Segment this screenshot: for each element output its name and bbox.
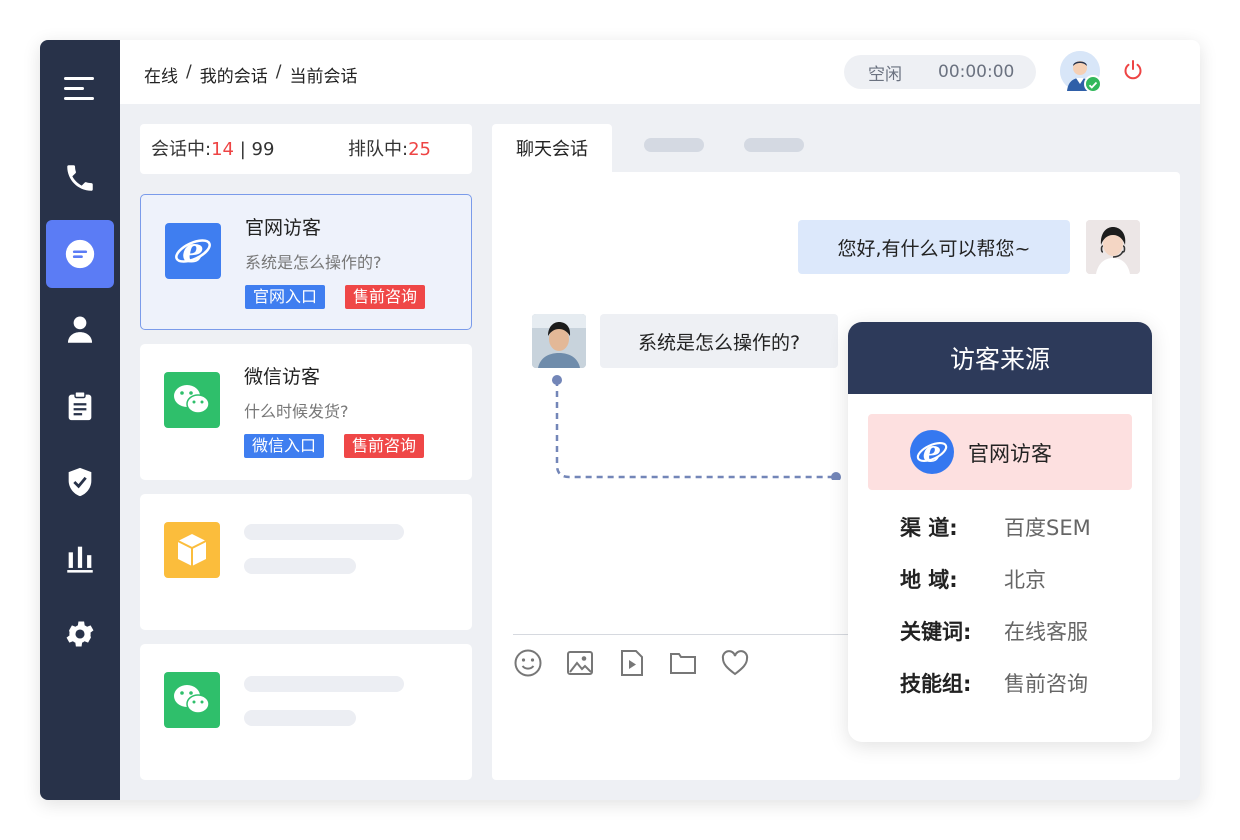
tab-placeholder[interactable] — [744, 138, 804, 152]
stat-divider: | — [233, 139, 252, 160]
nav-reports[interactable] — [46, 524, 114, 592]
breadcrumb-separator: / — [275, 62, 282, 82]
shield-icon — [68, 467, 92, 497]
entry-tag: 微信入口 — [244, 434, 325, 458]
info-key: 渠 道: — [900, 516, 958, 540]
top-header: 在线 / 我的会话 / 当前会话 空闲 00:00:00 — [120, 40, 1200, 104]
skill-tag: 售前咨询 — [344, 434, 425, 458]
nav-settings[interactable] — [46, 600, 114, 668]
info-row-region: 地 域: 北京 — [848, 564, 1152, 594]
info-value: 百度SEM — [1004, 516, 1091, 540]
chat-bubble-icon — [65, 239, 95, 269]
talking-max: 99 — [251, 139, 275, 160]
gear-icon — [66, 621, 94, 647]
talking-stat: 会话中:14 | 99 — [151, 135, 274, 161]
person-icon — [67, 316, 93, 343]
breadcrumb-separator: / — [186, 62, 192, 82]
session-title: 官网访客 — [245, 217, 322, 239]
visitor-avatar — [532, 314, 586, 368]
session-card-placeholder[interactable] — [140, 494, 472, 630]
popup-title: 访客来源 — [848, 322, 1152, 394]
emoji-icon[interactable] — [513, 648, 543, 678]
svg-text:e: e — [182, 231, 204, 271]
image-icon[interactable] — [565, 648, 595, 678]
power-icon[interactable] — [1121, 58, 1145, 82]
info-row-channel: 渠 道: 百度SEM — [848, 512, 1152, 542]
breadcrumb-item[interactable]: 我的会话 — [200, 62, 268, 87]
sidebar — [40, 40, 120, 800]
skill-tag: 售前咨询 — [345, 285, 426, 309]
wechat-icon — [164, 672, 220, 728]
queue-stat: 排队中:25 — [348, 135, 431, 161]
dashed-connector — [552, 375, 841, 480]
folder-icon[interactable] — [668, 648, 698, 678]
entry-tag: 官网入口 — [245, 285, 326, 309]
video-icon[interactable] — [617, 648, 647, 678]
box-icon — [164, 522, 220, 578]
skeleton-line — [244, 558, 356, 574]
queue-label: 排队中: — [348, 139, 409, 160]
breadcrumb-item-current: 当前会话 — [289, 67, 358, 87]
session-title: 微信访客 — [244, 366, 321, 388]
source-name: 官网访客 — [968, 442, 1052, 466]
info-key: 地 域: — [900, 568, 958, 592]
agent-avatar — [1086, 220, 1140, 274]
agent-message-bubble: 您好,有什么可以帮您~ — [798, 220, 1070, 274]
nav-records[interactable] — [46, 372, 114, 440]
info-row-skill-group: 技能组: 售前咨询 — [848, 668, 1152, 698]
info-value: 售前咨询 — [1004, 672, 1088, 696]
info-key: 关键词: — [900, 620, 972, 644]
heart-icon[interactable] — [720, 648, 750, 678]
phone-icon — [67, 165, 93, 191]
agent-status-text: 空闲 — [868, 64, 902, 85]
online-check-icon — [1084, 75, 1102, 93]
status-timer: 00:00:00 — [938, 62, 1015, 82]
breadcrumb-item[interactable]: 在线 — [144, 62, 178, 87]
svg-text:e: e — [923, 435, 941, 468]
info-key: 技能组: — [900, 672, 972, 696]
skeleton-line — [244, 710, 356, 726]
session-card-placeholder[interactable] — [140, 644, 472, 780]
nav-contacts[interactable] — [46, 296, 114, 364]
agent-status-pill[interactable]: 空闲 00:00:00 — [844, 55, 1036, 89]
session-card[interactable]: 微信访客 什么时候发货? 微信入口 售前咨询 — [140, 344, 472, 480]
visitor-message-bubble: 系统是怎么操作的? — [600, 314, 838, 368]
session-stats: 会话中:14 | 99 排队中:25 — [140, 124, 472, 174]
source-badge: e 官网访客 — [868, 414, 1132, 490]
session-last-message: 系统是怎么操作的? — [245, 253, 382, 272]
ie-browser-icon: e — [910, 430, 954, 474]
queue-count: 25 — [408, 139, 431, 160]
session-card[interactable]: e 官网访客 系统是怎么操作的? 官网入口 售前咨询 — [140, 194, 472, 330]
composer-divider — [513, 634, 853, 635]
nav-chat[interactable] — [46, 220, 114, 288]
talking-count: 14 — [211, 139, 234, 160]
bar-chart-icon — [67, 546, 93, 573]
talking-label: 会话中: — [151, 139, 212, 160]
user-avatar[interactable] — [1060, 51, 1102, 93]
skeleton-line — [244, 676, 404, 692]
info-value: 在线客服 — [1004, 620, 1088, 644]
info-value: 北京 — [1004, 568, 1046, 592]
nav-phone[interactable] — [46, 144, 114, 212]
ie-browser-icon: e — [165, 223, 221, 279]
nav-security[interactable] — [46, 448, 114, 516]
tab-placeholder[interactable] — [644, 138, 704, 152]
clipboard-icon — [68, 391, 92, 421]
session-last-message: 什么时候发货? — [244, 402, 349, 421]
tab-chat[interactable]: 聊天会话 — [492, 124, 612, 172]
menu-icon[interactable] — [62, 72, 98, 108]
info-row-keyword: 关键词: 在线客服 — [848, 616, 1152, 646]
app-window: 在线 / 我的会话 / 当前会话 空闲 00:00:00 会话中:14 | 99… — [40, 40, 1200, 800]
skeleton-line — [244, 524, 404, 540]
wechat-icon — [164, 372, 220, 428]
visitor-source-popup: 访客来源 e 官网访客 渠 道: 百度SEM 地 域: 北京 关键词: 在线客服… — [848, 322, 1152, 742]
breadcrumb: 在线 / 我的会话 / 当前会话 — [144, 62, 357, 87]
